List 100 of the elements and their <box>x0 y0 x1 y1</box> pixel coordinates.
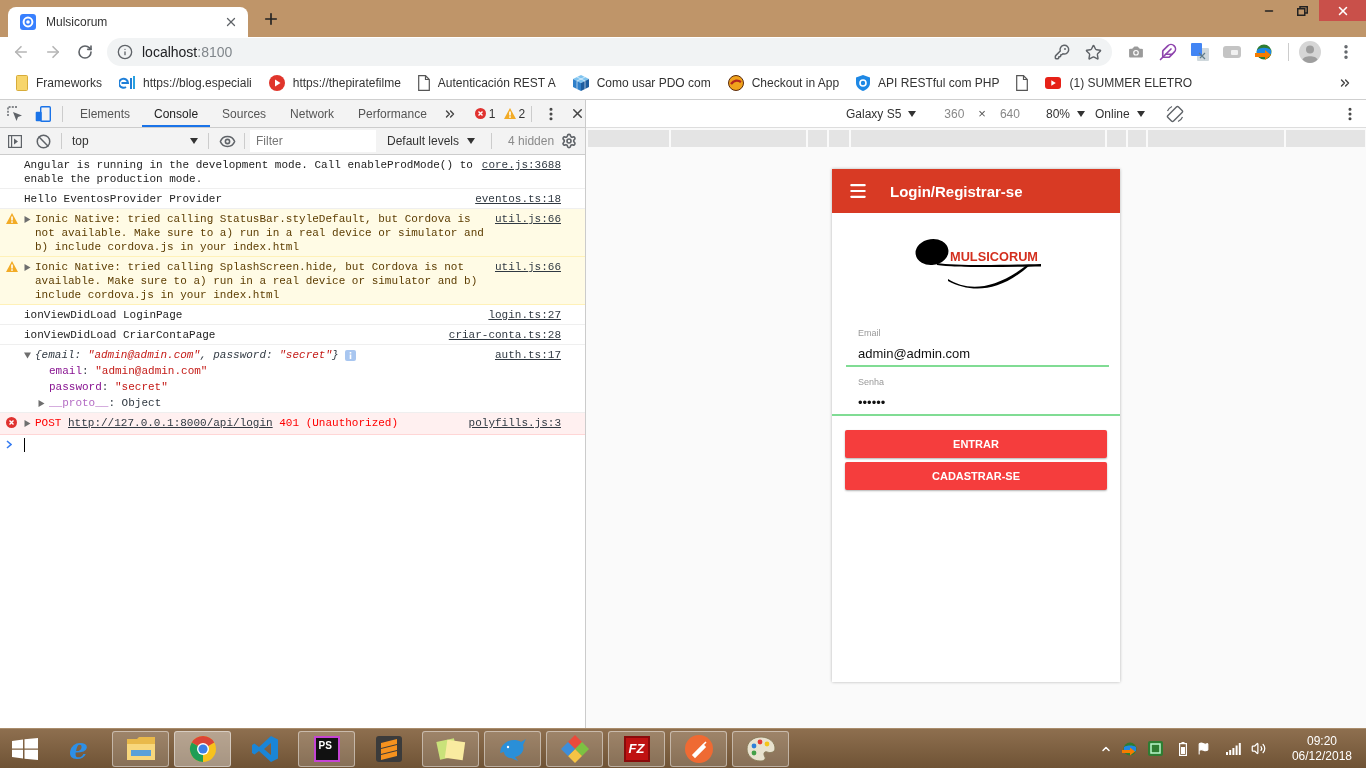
source-link[interactable]: util.js:66 <box>495 212 561 226</box>
triangle-down-icon[interactable] <box>24 351 31 359</box>
app-square-icon[interactable] <box>1147 741 1163 756</box>
console-message: Ionic Native: tried calling SplashScreen.hide, but Cordova is not available. Make sure to a) run in a real device or simulator and b) include cordova.js in your index.html <box>35 260 479 302</box>
bookmark-star-icon[interactable] <box>1085 43 1102 61</box>
translate-icon[interactable] <box>1191 43 1209 61</box>
source-link[interactable]: auth.ts:17 <box>495 348 561 362</box>
taskbar-button[interactable] <box>174 730 231 767</box>
battery-icon[interactable] <box>1178 741 1187 756</box>
flag-icon[interactable] <box>1196 742 1210 755</box>
ring-bars-icon <box>119 75 135 91</box>
ring-favicon-icon <box>20 14 36 30</box>
address-field[interactable]: localhost:8100 <box>107 38 1112 66</box>
clock-time: 09:20 <box>1306 733 1337 749</box>
bookmark[interactable]: https://thepiratefilme <box>262 70 407 96</box>
sidebar-toggle-icon[interactable] <box>8 134 22 148</box>
taskbar-button[interactable]: FZ <box>608 730 665 767</box>
triangle-right-icon[interactable] <box>38 399 45 407</box>
caret-icon <box>467 138 476 144</box>
avatar-icon[interactable] <box>1299 41 1321 63</box>
taskbar-button[interactable] <box>112 730 169 767</box>
taskbar-button[interactable] <box>484 730 541 767</box>
width-field[interactable]: 360 <box>936 102 973 125</box>
close-button[interactable] <box>1319 0 1366 21</box>
inspect-icon[interactable] <box>7 106 23 122</box>
settings-icon[interactable] <box>561 133 577 149</box>
ribbon-logo-icon <box>251 735 278 762</box>
clock-date: 06/12/2018 <box>1291 748 1352 764</box>
play-circle-icon <box>268 75 285 91</box>
more-bookmarks-icon[interactable] <box>1338 76 1352 90</box>
bookmark[interactable]: Autenticación REST A <box>411 70 562 96</box>
taskbar-button[interactable] <box>546 730 603 767</box>
bookmark[interactable]: Checkout in App <box>721 70 846 96</box>
block-icon[interactable] <box>35 133 51 149</box>
console-message: Angular is running in the development mode. Call enableProdMode() to enable the production mode. <box>24 159 474 185</box>
bookmark[interactable]: Frameworks <box>10 70 108 96</box>
devtools-tab[interactable]: Sources <box>210 100 279 127</box>
triangle-right-icon[interactable] <box>24 215 31 223</box>
error-counter[interactable]: 1 <box>474 106 496 121</box>
letter-e-icon: e <box>68 734 89 763</box>
feather-icon[interactable] <box>1159 43 1177 61</box>
start-logo-icon[interactable] <box>12 737 38 760</box>
prompt-chevron-icon <box>6 440 12 449</box>
device-select[interactable]: Galaxy S5 <box>846 102 917 125</box>
error-icon <box>474 108 486 119</box>
devtools-tab[interactable]: Network <box>278 100 347 127</box>
source-link[interactable]: util.js:66 <box>495 260 561 274</box>
input-field[interactable]: •••••• <box>858 390 1109 414</box>
source-link[interactable]: criar-conta.ts:28 <box>448 328 561 342</box>
network-select[interactable]: Online <box>1095 102 1145 125</box>
taskbar-button[interactable] <box>422 730 479 767</box>
taskbar-button[interactable]: PS <box>298 730 355 767</box>
field-label: Email <box>858 328 881 339</box>
diamond-logo-icon <box>560 734 589 763</box>
device-toggle-icon[interactable] <box>35 106 51 122</box>
source-link[interactable]: login.ts:27 <box>488 308 561 322</box>
text-cursor-icon <box>24 438 25 452</box>
triangle-right-icon[interactable] <box>24 419 31 427</box>
triangle-right-icon[interactable] <box>24 263 31 271</box>
app-title: Login/Registrar-se <box>890 182 1023 200</box>
source-link[interactable]: eventos.ts:18 <box>475 192 561 206</box>
taskbar-button[interactable] <box>732 730 789 767</box>
bookmark[interactable]: API RESTful com PHP <box>850 70 1006 96</box>
devtools-tab[interactable]: Elements <box>68 100 143 127</box>
context-select[interactable]: top <box>66 130 204 152</box>
bookmark[interactable]: (1) SUMMER ELETRO <box>1039 70 1199 96</box>
toggle-icon[interactable] <box>1223 46 1241 58</box>
globe-arrow-icon[interactable] <box>1255 44 1273 60</box>
register-button[interactable]: CADASTRAR-SE <box>845 462 1107 490</box>
zoom-select[interactable]: 80% <box>1045 102 1085 125</box>
reload-icon[interactable] <box>77 44 93 60</box>
palette-icon <box>745 735 776 762</box>
speaker-icon[interactable] <box>1250 741 1266 756</box>
bookmark[interactable]: Como usar PDO com <box>566 70 717 96</box>
menu-icon[interactable] <box>848 181 868 201</box>
object-preview: {email: "admin@admin.com", password: "secret"} <box>35 348 339 362</box>
source-link[interactable]: core.js:3688 <box>481 158 561 172</box>
error-icon <box>6 417 17 428</box>
pen-circle-icon <box>684 734 713 763</box>
filter-field[interactable]: Filter <box>250 130 376 152</box>
key-icon[interactable] <box>1054 44 1070 60</box>
taskbar-button[interactable] <box>670 730 727 767</box>
url-link[interactable]: http://127.0.0.1:8000/api/login <box>68 417 273 429</box>
log-levels-select[interactable]: Default levels <box>381 130 482 152</box>
browser-tab[interactable]: Mulsicorum <box>8 7 248 37</box>
devtools-tab[interactable]: Performance <box>346 100 439 127</box>
camera-icon[interactable] <box>1127 43 1145 61</box>
signal-bars-icon[interactable] <box>1225 742 1241 755</box>
tilted-phone-icon[interactable] <box>1165 104 1184 123</box>
input-field[interactable]: admin@admin.com <box>858 341 1109 365</box>
bookmark[interactable]: https://blog.especiali <box>113 70 258 96</box>
console-message: ionViewDidLoad LoginPage <box>24 309 183 321</box>
tab-close-icon[interactable] <box>224 15 238 29</box>
warning-counter[interactable]: 2 <box>503 106 526 121</box>
source-link[interactable]: polyfills.js:3 <box>468 416 561 430</box>
page-icon <box>417 75 430 91</box>
height-field[interactable]: 640 <box>991 102 1028 125</box>
info-icon[interactable] <box>117 44 133 60</box>
login-button[interactable]: ENTRAR <box>845 430 1107 458</box>
restore-icon[interactable] <box>1297 5 1308 16</box>
